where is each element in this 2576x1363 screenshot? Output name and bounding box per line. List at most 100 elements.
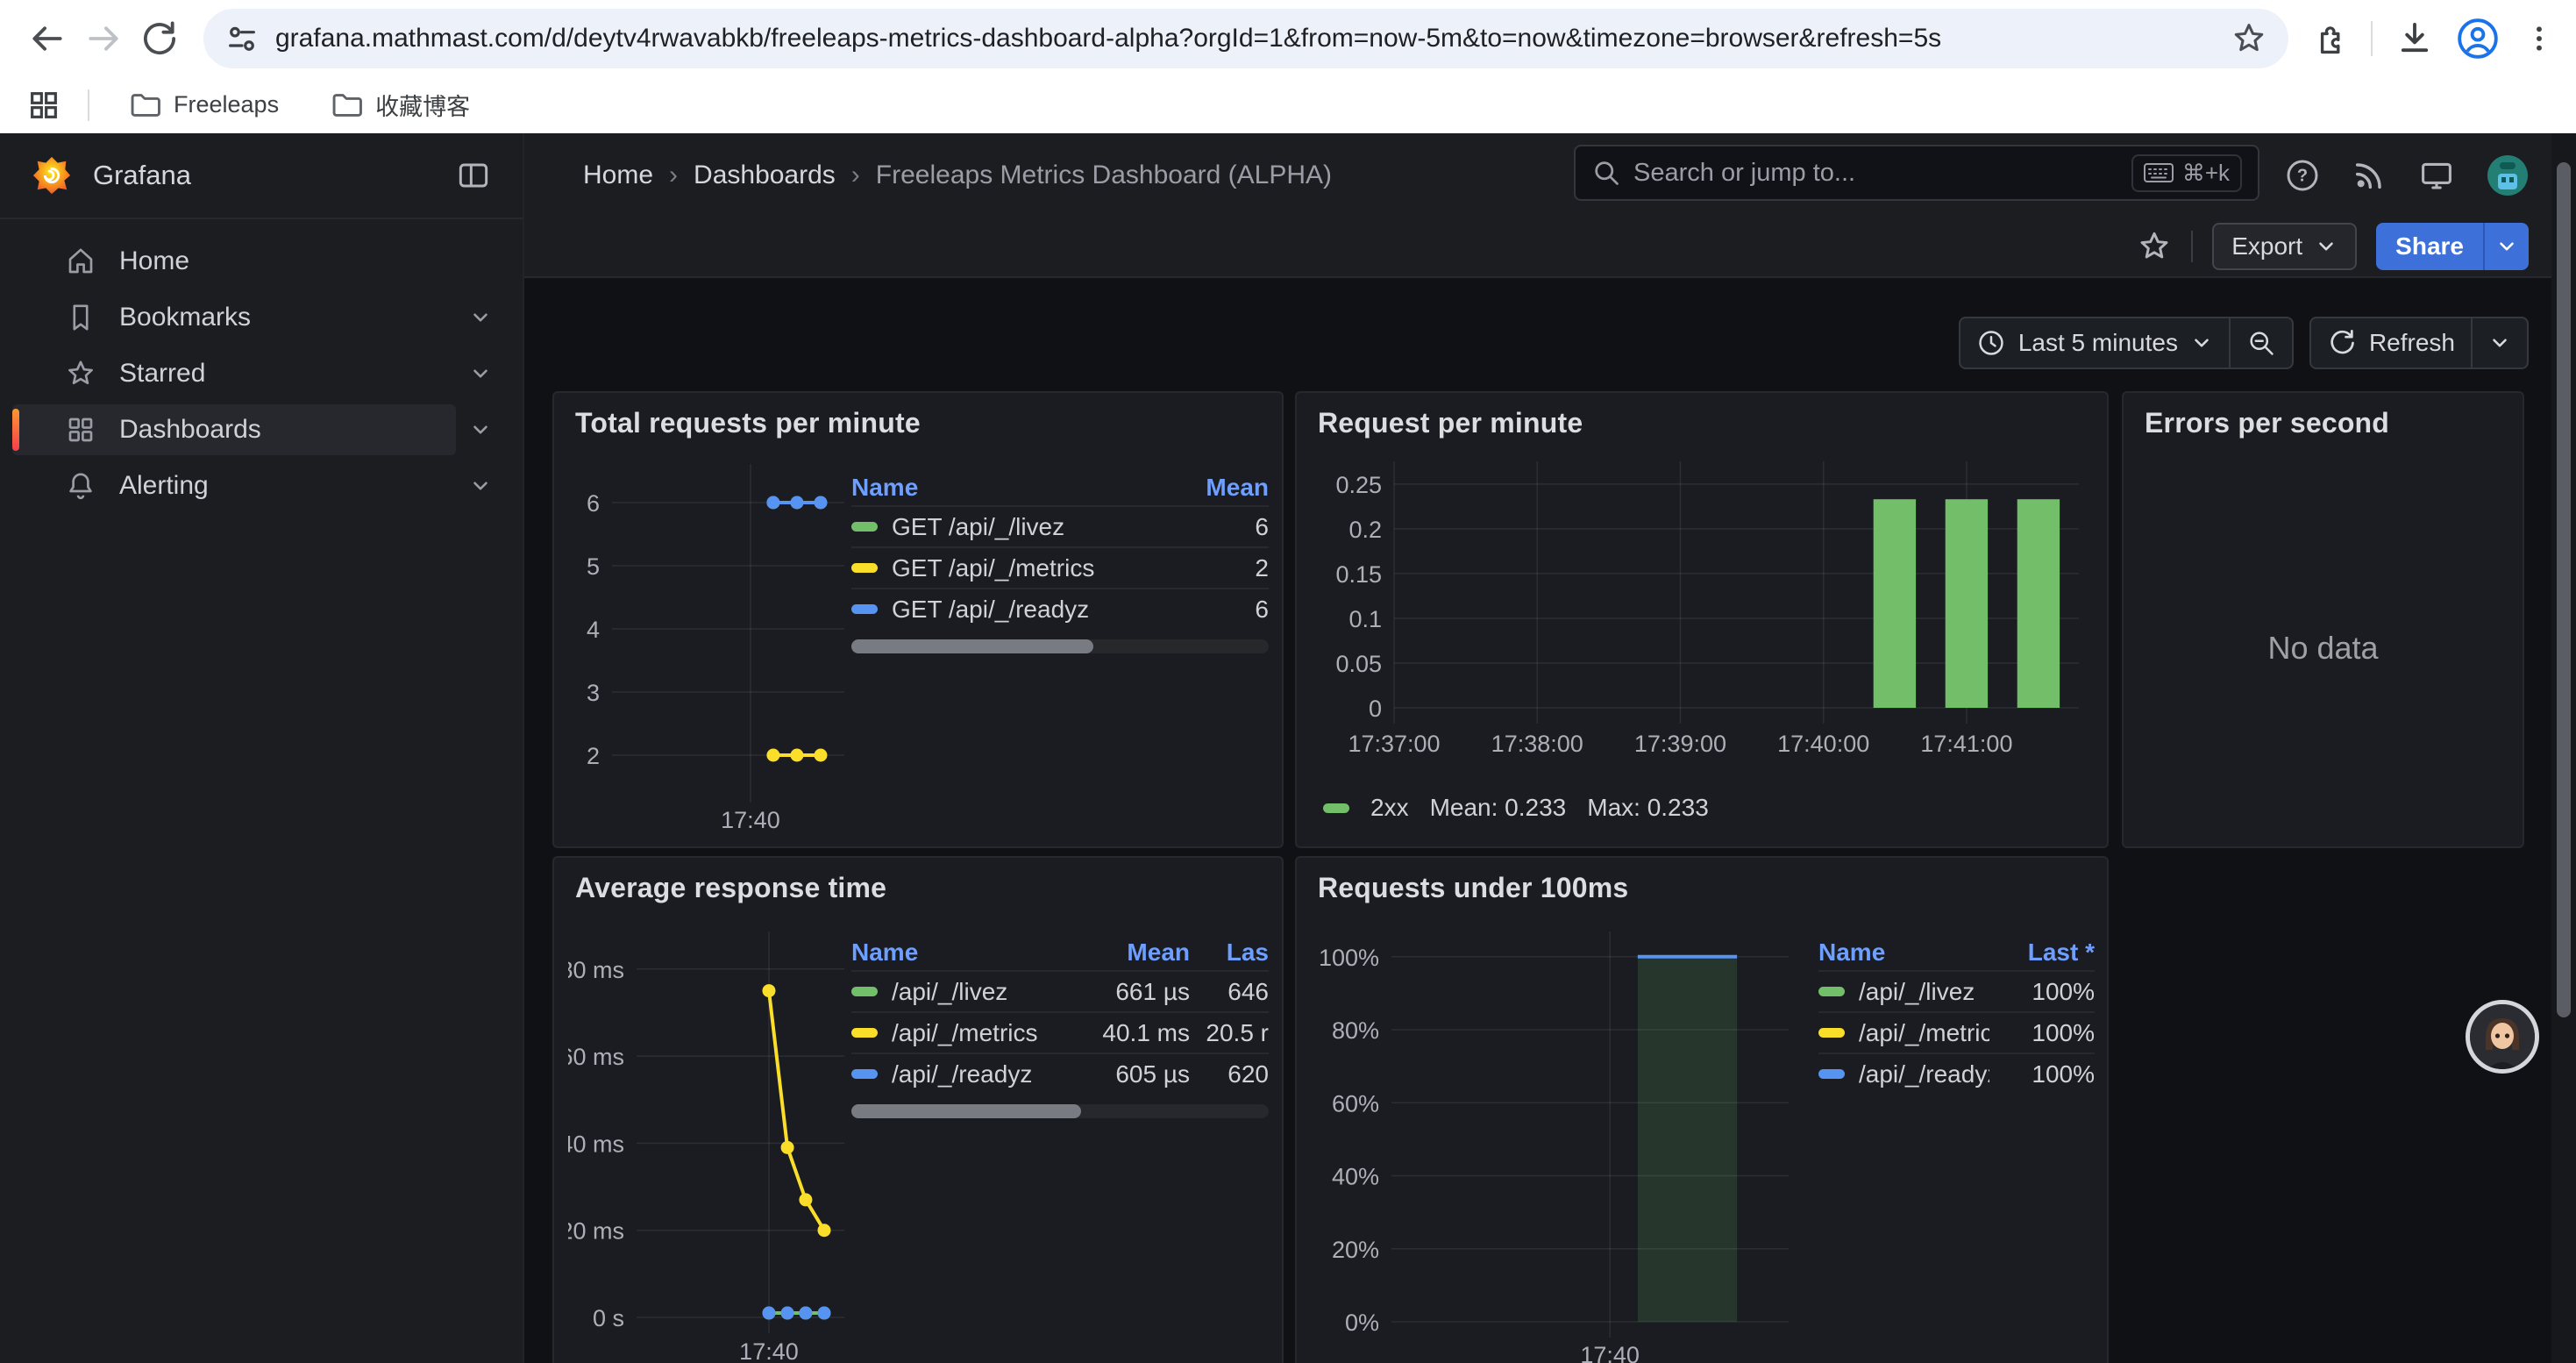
page-scrollbar[interactable] (2551, 133, 2576, 1363)
legend-scrollbar[interactable] (851, 1104, 1269, 1118)
avg-response-chart[interactable]: 80 ms60 ms40 ms20 ms0 s17:40 (568, 914, 857, 1363)
dashboard-actions-row: Export Share (524, 217, 2576, 278)
tune-icon[interactable] (224, 21, 260, 56)
bookmark-folder-freeleaps[interactable]: Freeleaps (116, 83, 291, 127)
sidebar-link[interactable]: Bookmarks (12, 292, 456, 343)
legend-column-name[interactable]: Name (1818, 938, 1989, 967)
breadcrumb-dashboards[interactable]: Dashboards (694, 161, 836, 190)
legend-row[interactable]: /api/_/readyz605 µs620 (851, 1053, 1269, 1094)
sidebar-item-alerting[interactable]: Alerting (12, 458, 505, 514)
download-icon[interactable] (2395, 19, 2434, 58)
request-per-minute-chart[interactable]: 0.250.20.150.10.05017:37:0017:38:0017:39… (1311, 449, 2096, 800)
panel-title[interactable]: Requests under 100ms (1318, 872, 1628, 904)
panel-title[interactable]: Average response time (575, 872, 886, 904)
zoom-out-button[interactable] (2229, 318, 2292, 368)
legend-column-last-[interactable]: Last * (1989, 938, 2095, 967)
legend-row[interactable]: /api/_/metrics100% (1818, 1011, 2095, 1053)
sidebar-item-starred[interactable]: Starred (12, 346, 505, 402)
panel-title[interactable]: Request per minute (1318, 407, 1583, 439)
actions-divider (2191, 231, 2193, 262)
svg-text:17:41:00: 17:41:00 (1920, 731, 2012, 757)
svg-text:17:39:00: 17:39:00 (1634, 731, 1726, 757)
sidebar-item-bookmarks[interactable]: Bookmarks (12, 289, 505, 346)
export-button[interactable]: Export (2212, 223, 2357, 270)
legend-row[interactable]: /api/_/livez100% (1818, 970, 2095, 1011)
legend-column-las[interactable]: Las (1190, 938, 1269, 967)
refresh-button[interactable]: Refresh (2311, 318, 2471, 368)
sidebar-link[interactable]: Alerting (12, 460, 456, 511)
breadcrumb-home[interactable]: Home (583, 161, 653, 190)
legend-scrollbar[interactable] (851, 639, 1269, 653)
chevron-down-icon[interactable] (456, 475, 505, 497)
user-avatar[interactable] (2487, 154, 2529, 196)
bookmark-star-icon[interactable] (2231, 20, 2267, 57)
browser-toolbar: grafana.mathmast.com/d/deytv4rwavabkb/fr… (0, 0, 2576, 77)
series-name[interactable]: 2xx (1370, 794, 1409, 822)
panel-title[interactable]: Errors per second (2145, 407, 2389, 439)
browser-menu-icon[interactable] (2522, 21, 2557, 56)
panel-under-100ms[interactable]: Requests under 100ms 100%80%60%40%20%0%1… (1295, 856, 2109, 1363)
scrollbar-thumb[interactable] (2557, 162, 2571, 1017)
chevron-down-icon[interactable] (456, 306, 505, 329)
help-icon[interactable]: ? (2285, 158, 2320, 193)
dock-sidebar-icon[interactable] (456, 158, 491, 193)
extensions-icon[interactable] (2311, 20, 2348, 57)
chevron-down-icon[interactable] (456, 418, 505, 441)
refresh-interval-dropdown[interactable] (2471, 318, 2527, 368)
legend-row[interactable]: /api/_/livez661 µs646 (851, 970, 1269, 1011)
svg-text:17:40: 17:40 (721, 807, 780, 833)
legend-row[interactable]: GET /api/_/livez6 (851, 505, 1269, 546)
panel-avg-response-time[interactable]: Average response time 80 ms60 ms40 ms20 … (552, 856, 1284, 1363)
news-rss-icon[interactable] (2352, 158, 2387, 193)
reload-button[interactable] (132, 11, 188, 67)
legend-row[interactable]: GET /api/_/readyz6 (851, 588, 1269, 629)
time-range-picker[interactable]: Last 5 minutes (1960, 318, 2229, 368)
legend-row[interactable]: GET /api/_/metrics2 (851, 546, 1269, 588)
under-100ms-chart[interactable]: 100%80%60%40%20%0%17:40 (1311, 914, 1802, 1363)
legend-column-mean[interactable]: Mean (1050, 938, 1190, 967)
share-button[interactable]: Share (2376, 223, 2529, 270)
monitor-icon[interactable] (2418, 157, 2455, 194)
profile-avatar-icon[interactable] (2457, 18, 2499, 60)
sidebar-item-label: Dashboards (119, 415, 261, 445)
legend-scrollbar-thumb[interactable] (851, 639, 1093, 653)
share-dropdown-button[interactable] (2483, 223, 2529, 270)
legend-row[interactable]: /api/_/readyz100% (1818, 1053, 2095, 1094)
panel-request-per-minute[interactable]: Request per minute 0.250.20.150.10.05017… (1295, 391, 2109, 848)
floating-assistant-avatar[interactable] (2466, 1000, 2539, 1074)
panel-errors-per-second[interactable]: Errors per second No data (2122, 391, 2524, 848)
time-controls: Last 5 minutes Refresh (1959, 317, 2529, 369)
legend-column-name[interactable]: Name (851, 938, 1050, 967)
sidebar-item-home[interactable]: Home (12, 233, 505, 289)
apps-grid-icon[interactable] (26, 88, 61, 123)
sidebar-item-dashboards[interactable]: Dashboards (12, 402, 505, 458)
series-swatch (851, 987, 878, 996)
sidebar-link[interactable]: Starred (12, 348, 456, 399)
keyboard-icon (2144, 161, 2174, 184)
legend-row[interactable]: /api/_/metrics40.1 ms20.5 r (851, 1011, 1269, 1053)
brand-name[interactable]: Grafana (93, 160, 456, 191)
request-per-minute-legend[interactable]: 2xx Mean: 0.233 Max: 0.233 (1323, 794, 1709, 822)
back-button[interactable] (19, 11, 75, 67)
panel-title[interactable]: Total requests per minute (575, 407, 921, 439)
svg-text:0.25: 0.25 (1335, 472, 1382, 498)
chevron-down-icon[interactable] (456, 362, 505, 385)
total-requests-chart[interactable]: 6543217:40 (568, 449, 857, 839)
grafana-logo[interactable] (32, 155, 72, 196)
bookmark-folder-blogs[interactable]: 收藏博客 (317, 82, 482, 127)
legend-column-mean[interactable]: Mean (1163, 474, 1269, 502)
sidebar-link[interactable]: Dashboards (12, 404, 456, 455)
legend-scrollbar-thumb[interactable] (851, 1104, 1081, 1118)
refresh-label: Refresh (2369, 329, 2455, 357)
avg-response-legend: NameMeanLas/api/_/livez661 µs646/api/_/m… (851, 935, 1269, 1118)
url-bar[interactable]: grafana.mathmast.com/d/deytv4rwavabkb/fr… (203, 9, 2288, 68)
legend-column-name[interactable]: Name (851, 474, 1163, 502)
svg-text:0.2: 0.2 (1348, 517, 1382, 543)
forward-button[interactable] (75, 11, 132, 67)
favorite-star-icon[interactable] (2137, 229, 2172, 264)
url-text[interactable]: grafana.mathmast.com/d/deytv4rwavabkb/fr… (275, 24, 2231, 54)
panel-total-requests[interactable]: Total requests per minute 6543217:40 Nam… (552, 391, 1284, 848)
search-input[interactable]: Search or jump to... ⌘+k (1574, 145, 2259, 201)
svg-text:0: 0 (1369, 696, 1382, 722)
sidebar-link[interactable]: Home (12, 236, 505, 287)
